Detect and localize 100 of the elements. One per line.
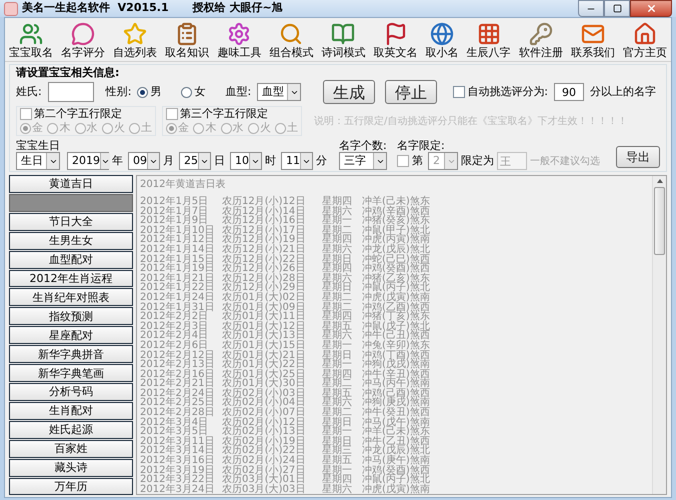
maximize-button[interactable]: [604, 0, 630, 17]
sidebar-button[interactable]: 生肖纪年对照表: [9, 288, 133, 306]
weekday: 星期日: [322, 350, 353, 360]
lunar-date: 农历02月(小)04日: [222, 398, 306, 408]
element-option: 土: [287, 120, 298, 136]
weekday: 星期三: [322, 446, 353, 456]
clash-info: 冲马(戊午)煞南: [362, 418, 430, 428]
calendar-date: 2012年2月28日: [140, 408, 216, 418]
name-length-dropdown[interactable]: 三字: [339, 152, 387, 170]
weekday: 星期一: [322, 360, 353, 370]
calendar-date: 2012年2月2日: [140, 312, 208, 322]
clash-info: 冲虎(戊寅)煞南: [362, 292, 430, 303]
sidebar-button[interactable]: 星座配对: [9, 326, 133, 344]
radio-button[interactable]: [137, 86, 148, 98]
birthday-label: 宝宝生日: [16, 139, 61, 152]
sidebar-button[interactable]: 生男生女: [9, 232, 133, 250]
lunar-date: 农历01月(大)15日: [222, 340, 306, 350]
scroll-thumb[interactable]: [654, 187, 665, 255]
birthday-dropdown[interactable]: 10: [230, 152, 262, 170]
close-button[interactable]: [630, 0, 672, 17]
toolbar-button[interactable]: 诗词模式: [321, 22, 366, 60]
lunar-date: 农历01月(大)11日: [222, 312, 306, 322]
sidebar-button[interactable]: 新华字典笔画: [9, 364, 133, 382]
score-field[interactable]: 90: [554, 83, 584, 101]
sidebar-button[interactable]: 藏头诗: [9, 458, 133, 476]
weekday: 星期一: [322, 427, 353, 437]
birthday-dropdown[interactable]: 生日: [16, 152, 60, 170]
calendar-date: 2012年3月19日: [140, 466, 216, 476]
book-icon: [331, 22, 356, 46]
sidebar-button[interactable]: 指纹预测: [9, 307, 133, 326]
chat-bubble-icon: [71, 22, 96, 46]
clash-info: 冲牛(辛丑)煞西: [362, 370, 430, 380]
weekday: 星期五: [322, 456, 353, 466]
birthday-dropdown[interactable]: 09: [128, 152, 160, 170]
stop-button[interactable]: 停止: [385, 80, 438, 104]
clash-info: 冲猪(癸亥)煞东: [362, 216, 430, 226]
calendar-date: 2012年1月24日: [140, 292, 216, 303]
limit-hint: 一般不建议勾选: [530, 154, 600, 168]
sidebar-button[interactable]: 生肖配对: [9, 402, 133, 420]
weekday: 星期二: [322, 379, 353, 389]
scroll-up-icon[interactable]: [656, 179, 662, 183]
blood-type-dropdown[interactable]: 血型: [257, 83, 302, 101]
calendar-date: 2012年1月19日: [140, 264, 216, 274]
element-option: 金: [178, 120, 189, 136]
clash-info: 冲牛(乙丑)煞西: [362, 436, 430, 446]
sidebar-button[interactable]: 姓氏起源: [9, 420, 133, 439]
surname-label: 姓氏:: [16, 84, 42, 100]
generate-button[interactable]: 生成: [323, 80, 376, 104]
clash-info: 冲猪(乙亥)煞东: [362, 274, 430, 284]
toolbar-button[interactable]: 联系我们: [570, 22, 615, 60]
toolbar-button[interactable]: 自选列表: [113, 22, 158, 60]
birthday-dropdown[interactable]: 2019: [67, 152, 109, 170]
toolbar-button[interactable]: 趣味工具: [217, 22, 262, 60]
calendar-date: 2012年1月22日: [140, 283, 216, 293]
calendar-date: 2012年1月9日: [140, 216, 208, 226]
weekday: 星期六: [322, 398, 353, 408]
sidebar-button[interactable]: 新华字典拼音: [9, 345, 133, 364]
birthday-dropdown[interactable]: 25: [179, 152, 211, 170]
clash-info: 冲鼠(甲子)煞北: [362, 226, 430, 236]
toolbar-button[interactable]: 取英文名: [374, 22, 418, 60]
weekday: 星期四: [322, 197, 353, 207]
weekday: 星期四: [322, 264, 353, 274]
sidebar-button[interactable]: 2012年生肖运程: [9, 270, 133, 288]
envelope-icon: [580, 22, 605, 46]
lunar-date: 农历01月(大)09日: [222, 302, 306, 312]
toolbar-button[interactable]: 官方主页: [622, 22, 667, 60]
sidebar-button[interactable]: 节日大全: [9, 212, 133, 231]
surname-field[interactable]: [48, 82, 94, 102]
clash-info: 冲兔(辛卯)煞东: [362, 340, 430, 350]
clash-info: 冲鼠(戊子)煞北: [362, 322, 430, 332]
calendar-date: 2012年3月4日: [140, 418, 210, 428]
sidebar-button[interactable]: 万年历: [9, 478, 133, 496]
checkbox[interactable]: [453, 86, 466, 98]
birthday-dropdown[interactable]: 11: [281, 152, 313, 170]
gender-label: 性别:: [106, 84, 132, 100]
sidebar-button[interactable]: 分析号码: [9, 382, 133, 401]
lunar-date: 农历01月(大)25日: [222, 370, 306, 380]
sidebar-button[interactable]: 血型配对: [9, 250, 133, 269]
toolbar-button[interactable]: 组合模式: [269, 22, 314, 60]
clash-info: 冲鸡(癸酉)煞西: [362, 466, 430, 476]
toolbar-button[interactable]: 取小名: [426, 22, 459, 60]
toolbar-button[interactable]: 软件注册: [518, 22, 563, 60]
toolbar-button[interactable]: 宝宝取名: [9, 22, 53, 60]
lunar-date: 农历02月(小)07日: [222, 408, 306, 418]
radio-button[interactable]: [181, 86, 192, 98]
element-option: 火: [114, 120, 125, 136]
toolbar-button[interactable]: 名字评分: [61, 22, 106, 60]
export-button[interactable]: 导出: [616, 146, 660, 168]
toolbar-button[interactable]: 生辰八字: [466, 22, 511, 60]
sidebar-button[interactable]: 百家姓: [9, 440, 133, 458]
score-suffix: 分以上的名字: [590, 84, 656, 100]
grid-icon: [476, 22, 501, 46]
scrollbar[interactable]: [652, 176, 666, 494]
clash-info: 冲马(丙午)煞南: [362, 379, 430, 389]
element-limit-label: 第三个字五行限定: [180, 107, 268, 120]
sidebar-button[interactable]: 黄道吉日: [9, 175, 133, 193]
clash-info: 冲鼠(丙子)煞北: [362, 475, 430, 485]
calendar-date: 2012年1月14日: [140, 244, 216, 255]
lunar-date: 农历12月(小)16日: [222, 216, 306, 226]
toolbar-button[interactable]: 取名知识: [165, 22, 210, 60]
